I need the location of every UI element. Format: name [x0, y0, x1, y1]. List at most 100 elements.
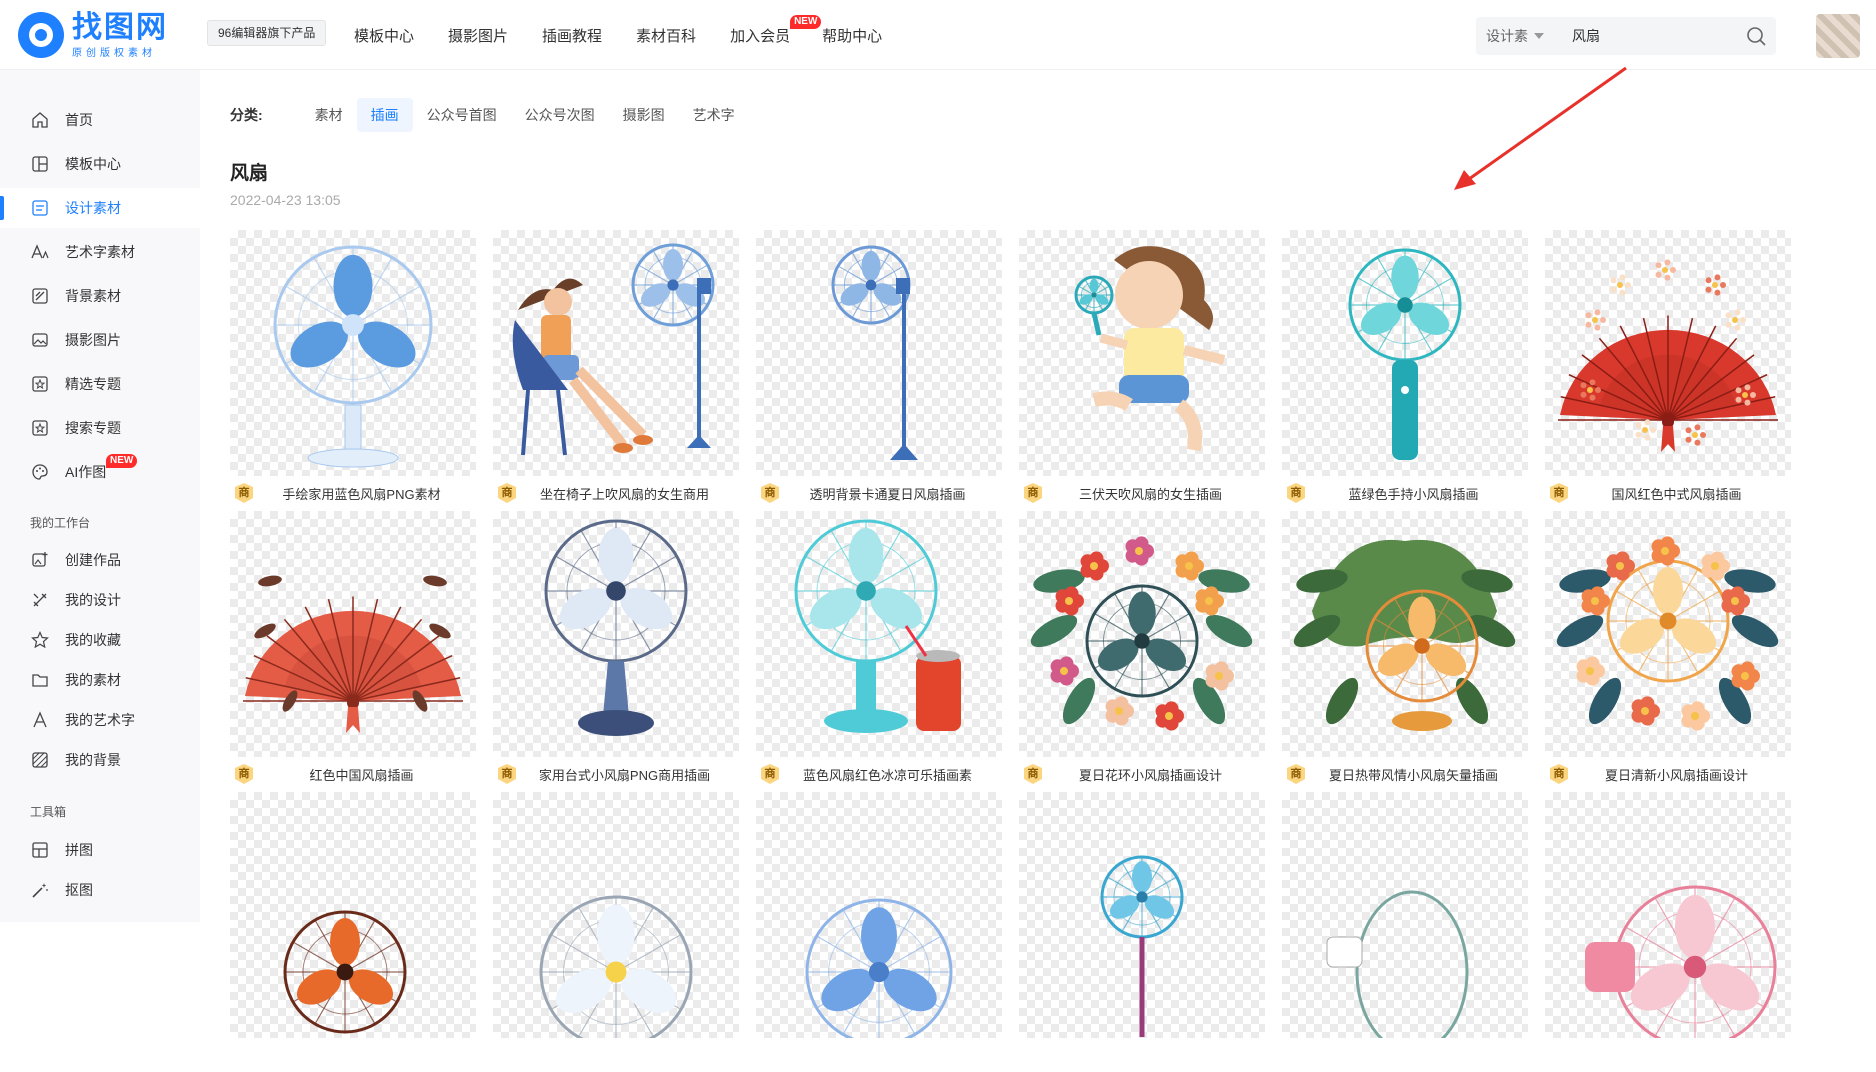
tools-section-title: 工具箱	[30, 805, 67, 819]
material-card[interactable]: 商家用台式小风扇PNG商用插画	[493, 511, 739, 791]
material-title[interactable]: 夏日清新小风扇插画设计	[1568, 765, 1791, 784]
material-thumbnail[interactable]	[493, 792, 739, 1038]
material-thumbnail[interactable]	[1019, 511, 1265, 757]
material-title[interactable]: 家用台式小风扇PNG商用插画	[516, 765, 739, 784]
site-logo[interactable]: 找图网 原创版权素材	[18, 10, 178, 60]
material-title[interactable]: 三伏天吹风扇的女生插画	[1042, 484, 1265, 503]
material-thumbnail[interactable]	[1282, 230, 1528, 476]
material-thumbnail[interactable]	[1019, 230, 1265, 476]
commercial-badge-icon: 商	[1287, 483, 1305, 503]
material-thumbnail[interactable]	[1545, 792, 1791, 1038]
sidebar-item-label: 搜索专题	[65, 420, 121, 436]
commercial-badge-icon: 商	[1550, 483, 1568, 503]
sidebar-item-my-background[interactable]: 我的背景	[0, 740, 200, 780]
nav-item-templates[interactable]: 模板中心	[354, 25, 414, 46]
sidebar-item-background[interactable]: 背景素材	[0, 276, 200, 316]
material-thumbnail[interactable]	[230, 230, 476, 476]
category-tab-illustration[interactable]: 插画	[356, 98, 413, 132]
material-thumbnail[interactable]	[230, 792, 476, 1038]
sidebar-item-cutout[interactable]: 抠图	[0, 870, 200, 910]
material-card[interactable]: 商透明背景卡通夏日风扇插画	[756, 230, 1002, 510]
sidebar-item-search-topic[interactable]: 搜索专题	[0, 408, 200, 448]
search-icon[interactable]	[1746, 26, 1766, 46]
material-title[interactable]: 夏日花环小风扇插画设计	[1042, 765, 1265, 784]
nav-item-tutorials[interactable]: 插画教程	[542, 25, 602, 46]
material-thumbnail[interactable]	[230, 511, 476, 757]
material-card[interactable]	[1282, 792, 1528, 1072]
material-card[interactable]: 商夏日花环小风扇插画设计	[1019, 511, 1265, 791]
material-card[interactable]: 商手绘家用蓝色风扇PNG素材	[230, 230, 476, 510]
sidebar-item-label: 首页	[65, 112, 93, 128]
nav-item-photos[interactable]: 摄影图片	[448, 25, 508, 46]
category-tab-wechat-secondary[interactable]: 公众号次图	[511, 98, 609, 132]
material-card[interactable]: 商蓝色风扇红色冰凉可乐插画素	[756, 511, 1002, 791]
sidebar-item-design-material[interactable]: 设计素材	[0, 188, 200, 228]
sidebar-item-my-favorites[interactable]: 我的收藏	[0, 620, 200, 660]
material-title[interactable]: 蓝色风扇红色冰凉可乐插画素	[779, 765, 1002, 784]
material-thumbnail[interactable]	[1282, 792, 1528, 1038]
sidebar-item-collage[interactable]: 拼图	[0, 830, 200, 870]
material-card[interactable]	[230, 792, 476, 1072]
category-tab-photography[interactable]: 摄影图	[609, 98, 679, 132]
material-card[interactable]: 商国风红色中式风扇插画	[1545, 230, 1791, 510]
category-tab-art-text[interactable]: 艺术字	[679, 98, 749, 132]
user-avatar[interactable]	[1816, 14, 1860, 58]
material-card[interactable]: 商三伏天吹风扇的女生插画	[1019, 230, 1265, 510]
material-card[interactable]: 商坐在椅子上吹风扇的女生商用	[493, 230, 739, 510]
sidebar-item-my-art-text[interactable]: 我的艺术字	[0, 700, 200, 740]
sidebar-item-label: 模板中心	[65, 156, 121, 172]
material-card[interactable]	[756, 792, 1002, 1072]
sidebar-item-ai-drawing[interactable]: AI作图 NEW	[0, 452, 200, 492]
nav-item-membership[interactable]: 加入会员 NEW	[730, 14, 822, 46]
design-material-icon	[32, 200, 48, 216]
fan-illustration	[243, 575, 463, 733]
logo-mark-icon	[18, 12, 64, 58]
search-scope-select[interactable]: 设计素	[1486, 17, 1566, 55]
material-title[interactable]: 国风红色中式风扇插画	[1568, 484, 1791, 503]
sidebar-item-home[interactable]: 首页	[0, 100, 200, 140]
material-thumbnail[interactable]	[1019, 792, 1265, 1038]
search-input[interactable]	[1572, 17, 1732, 55]
material-thumbnail[interactable]	[1545, 230, 1791, 476]
material-card[interactable]	[493, 792, 739, 1072]
sub-brand-tag[interactable]: 96编辑器旗下产品	[207, 20, 327, 46]
material-title[interactable]: 手绘家用蓝色风扇PNG素材	[253, 484, 476, 503]
fan-illustration	[1558, 259, 1778, 452]
material-title[interactable]: 坐在椅子上吹风扇的女生商用	[516, 484, 739, 503]
material-title[interactable]: 红色中国风扇插画	[253, 765, 476, 784]
material-thumbnail[interactable]	[756, 230, 1002, 476]
category-tab-material[interactable]: 素材	[301, 98, 357, 132]
nav-item-help[interactable]: 帮助中心	[822, 25, 882, 46]
material-thumbnail[interactable]	[493, 511, 739, 757]
my-design-icon	[33, 593, 47, 607]
material-card[interactable]	[1545, 792, 1791, 1072]
material-thumbnail[interactable]	[493, 230, 739, 476]
material-title[interactable]: 夏日热带风情小风扇矢量插画	[1305, 765, 1528, 784]
material-thumbnail[interactable]	[756, 511, 1002, 757]
sidebar-item-my-materials[interactable]: 我的素材	[0, 660, 200, 700]
material-thumbnail[interactable]	[1282, 511, 1528, 757]
fan-illustration	[283, 910, 407, 1034]
material-card[interactable]: 商红色中国风扇插画	[230, 511, 476, 791]
sidebar-item-my-design[interactable]: 我的设计	[0, 580, 200, 620]
search-topic-icon	[32, 420, 48, 436]
sidebar-item-templates[interactable]: 模板中心	[0, 144, 200, 184]
material-card[interactable]	[1019, 792, 1265, 1072]
sidebar-item-featured[interactable]: 精选专题	[0, 364, 200, 404]
material-card[interactable]: 商夏日热带风情小风扇矢量插画	[1282, 511, 1528, 791]
sidebar-item-art-text[interactable]: 艺术字素材	[0, 232, 200, 272]
material-thumbnail[interactable]	[756, 792, 1002, 1038]
material-thumbnail[interactable]	[1545, 511, 1791, 757]
commercial-badge-icon: 商	[1024, 764, 1042, 784]
material-title[interactable]: 蓝绿色手持小风扇插画	[1305, 484, 1528, 503]
nav-item-encyclopedia[interactable]: 素材百科	[636, 25, 696, 46]
fan-illustration	[512, 243, 715, 456]
category-tab-wechat-cover[interactable]: 公众号首图	[413, 98, 511, 132]
material-card[interactable]: 商夏日清新小风扇插画设计	[1545, 511, 1791, 791]
sidebar-item-photos[interactable]: 摄影图片	[0, 320, 200, 360]
publish-date: 2022-04-23 13:05	[230, 192, 341, 208]
material-title[interactable]: 透明背景卡通夏日风扇插画	[779, 484, 1002, 503]
material-card[interactable]: 商蓝绿色手持小风扇插画	[1282, 230, 1528, 510]
sidebar-item-label: 拼图	[65, 842, 93, 858]
sidebar-item-create-work[interactable]: 创建作品	[0, 540, 200, 580]
